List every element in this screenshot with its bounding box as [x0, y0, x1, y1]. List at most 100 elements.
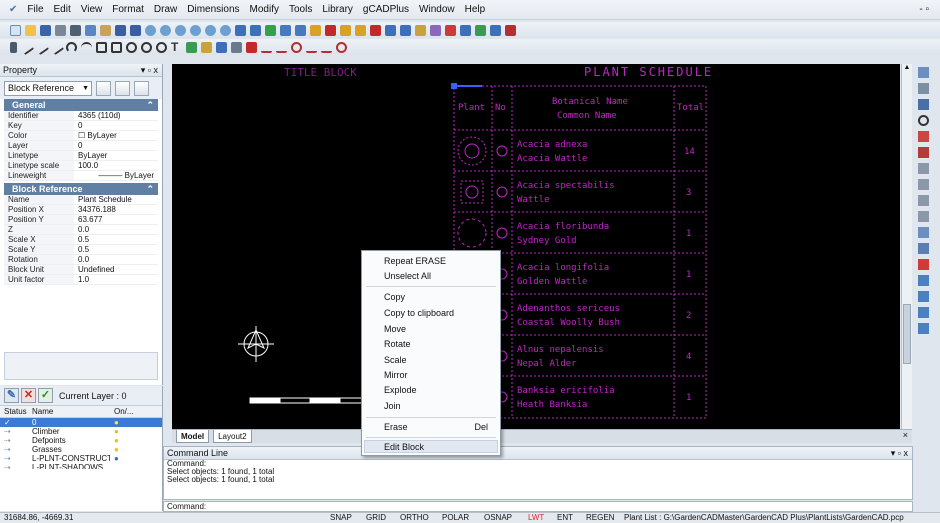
layer-row[interactable]: ⇢ Climber ●	[0, 427, 162, 436]
fillet-icon[interactable]	[918, 227, 929, 238]
line-icon[interactable]	[18, 39, 35, 55]
offset-icon[interactable]	[918, 291, 929, 302]
property-row[interactable]: Key 0	[4, 121, 158, 131]
property-row[interactable]: Layer 0	[4, 141, 158, 151]
menu-draw[interactable]: Draw	[149, 0, 182, 20]
ellipse-icon[interactable]	[141, 41, 152, 53]
zoom-extents-icon[interactable]	[205, 24, 216, 36]
rotate-icon[interactable]	[918, 115, 929, 126]
property-row[interactable]: Position X 34376.188	[4, 205, 158, 215]
grid-toggle[interactable]: GRID	[366, 513, 386, 523]
menu-item-erase[interactable]: Erase	[384, 422, 408, 432]
menu-item-copy[interactable]: Copy	[384, 292, 405, 302]
menu-item-explode[interactable]: Explode	[384, 385, 417, 395]
table-insert-icon[interactable]	[246, 41, 257, 53]
menu-modify[interactable]: Modify	[245, 0, 284, 20]
polar-toggle[interactable]: POLAR	[442, 513, 469, 523]
revcloud-icon[interactable]	[156, 41, 167, 53]
grid-icon[interactable]	[460, 24, 471, 36]
array-icon[interactable]	[918, 275, 929, 286]
text-f-icon[interactable]	[355, 24, 366, 36]
text-style-icon[interactable]	[310, 24, 321, 36]
leader-icon[interactable]	[321, 42, 332, 53]
pencil-icon[interactable]	[918, 259, 929, 270]
quick-select-button[interactable]	[96, 80, 111, 96]
menu-gcadplus[interactable]: gCADPlus	[358, 0, 414, 20]
general-group-header[interactable]: General ⌃	[4, 99, 158, 111]
layer-icon[interactable]	[235, 24, 246, 36]
snap-toggle[interactable]: SNAP	[330, 513, 352, 523]
window-controls[interactable]: - ▫	[914, 0, 934, 20]
menu-library[interactable]: Library	[317, 0, 358, 20]
scale-icon[interactable]	[918, 131, 929, 142]
menu-item-copy-clipboard[interactable]: Copy to clipboard	[384, 308, 454, 318]
canvas-vertical-scrollbar[interactable]: ▲	[901, 64, 912, 429]
print-icon[interactable]	[55, 24, 66, 36]
polygon-icon[interactable]	[96, 41, 107, 53]
scroll-up-arrow[interactable]: ▲	[902, 64, 912, 74]
regen-toggle[interactable]: REGEN	[586, 513, 614, 523]
erase-icon[interactable]	[918, 67, 929, 78]
break-icon[interactable]	[918, 195, 929, 206]
layer-row[interactable]: ⇢ L-PLNT-CONSTRUCTIO ●	[0, 454, 162, 463]
wall-icon[interactable]	[415, 24, 426, 36]
lightbulb-icon[interactable]: ●	[110, 436, 150, 445]
text-r-icon[interactable]	[370, 24, 381, 36]
polyline-icon[interactable]	[48, 39, 65, 55]
property-row[interactable]: Identifier 4365 (110d)	[4, 111, 158, 121]
point-icon[interactable]	[10, 41, 17, 53]
undo-icon[interactable]	[115, 24, 126, 36]
dim-linear-icon[interactable]	[261, 42, 272, 53]
explode-icon[interactable]	[918, 243, 929, 254]
layer-row[interactable]: ✓ 0 ●	[0, 418, 162, 427]
stretch-icon[interactable]	[918, 147, 929, 158]
status-column-header[interactable]: Status	[0, 406, 30, 417]
arc-icon[interactable]	[66, 41, 77, 53]
osnap-toggle[interactable]: OSNAP	[484, 513, 512, 523]
command-panel-controls[interactable]: ▾ ▫ x	[891, 447, 908, 460]
menu-item-rotate[interactable]: Rotate	[384, 339, 411, 349]
menu-item-edit-block[interactable]: Edit Block	[384, 442, 424, 452]
move-icon[interactable]	[918, 307, 929, 318]
menu-view[interactable]: View	[76, 0, 108, 20]
dim-aligned-icon[interactable]	[276, 42, 287, 53]
cut-icon[interactable]	[70, 24, 81, 36]
ent-toggle[interactable]: ENT	[557, 513, 573, 523]
ray-icon[interactable]	[33, 39, 50, 55]
collapse-icon[interactable]: ⌃	[146, 99, 154, 111]
insert-block-icon[interactable]	[186, 41, 197, 53]
property-row[interactable]: Color ☐ ByLayer	[4, 131, 158, 141]
grip-handle[interactable]	[451, 83, 457, 89]
properties-icon[interactable]	[250, 24, 261, 36]
menu-dimensions[interactable]: Dimensions	[182, 0, 244, 20]
drawing-canvas[interactable]: TITLE BLOCK PLANT SCHEDULE Plant No Bota…	[172, 64, 900, 429]
pan-icon[interactable]	[220, 24, 231, 36]
menu-item-join[interactable]: Join	[384, 401, 401, 411]
make-block-icon[interactable]	[201, 41, 212, 53]
property-row[interactable]: Rotation 0.0	[4, 255, 158, 265]
circle-icon[interactable]	[126, 41, 137, 53]
collapse-icon[interactable]: ⌃	[146, 183, 154, 195]
onoff-column-header[interactable]: On/...	[110, 406, 150, 417]
linetype-icon[interactable]	[280, 24, 291, 36]
property-row[interactable]: Z 0.0	[4, 225, 158, 235]
redo-icon[interactable]	[130, 24, 141, 36]
command-input[interactable]: Command:	[163, 501, 913, 512]
new-icon[interactable]	[10, 24, 21, 36]
plant-icon[interactable]	[385, 24, 396, 36]
lwt-toggle[interactable]: LWT	[528, 513, 544, 523]
zoom-window-icon[interactable]	[175, 24, 186, 36]
property-row[interactable]: Name Plant Schedule	[4, 195, 158, 205]
property-row[interactable]: Block Unit Undefined	[4, 265, 158, 275]
delete-layer-button[interactable]: ✕	[21, 388, 36, 403]
chart-icon[interactable]	[475, 24, 486, 36]
open-icon[interactable]	[25, 24, 36, 36]
extend-icon[interactable]	[918, 179, 929, 190]
ortho-toggle[interactable]: ORTHO	[400, 513, 429, 523]
tab-layout2[interactable]: Layout2	[213, 430, 252, 443]
property-row[interactable]: Position Y 63.677	[4, 215, 158, 225]
menu-item-mirror[interactable]: Mirror	[384, 370, 408, 380]
hatch-fill-icon[interactable]	[216, 41, 227, 53]
dimstyle-icon[interactable]	[325, 24, 336, 36]
property-row[interactable]: Scale X 0.5	[4, 235, 158, 245]
